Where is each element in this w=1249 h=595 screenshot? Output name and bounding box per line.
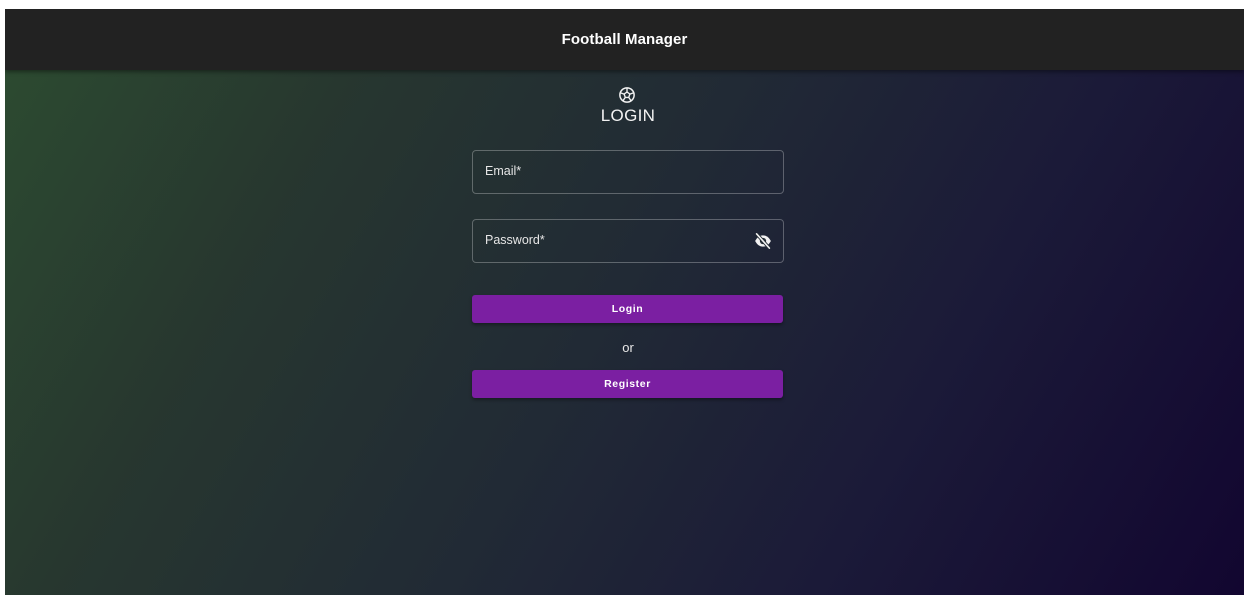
email-field[interactable]: Email* <box>472 150 784 194</box>
password-field[interactable]: Password* <box>472 219 784 263</box>
email-input[interactable] <box>473 151 783 193</box>
eye-off-icon[interactable] <box>753 232 773 250</box>
app-window: Football Manager LOGIN Email* Password* <box>5 9 1244 595</box>
password-input[interactable] <box>473 220 783 262</box>
login-page: LOGIN Email* Password* Login or Register <box>5 70 1244 595</box>
app-bar: Football Manager <box>5 9 1244 70</box>
login-heading: LOGIN <box>600 106 656 125</box>
register-button[interactable]: Register <box>472 370 783 398</box>
login-button[interactable]: Login <box>472 295 783 323</box>
app-title: Football Manager <box>561 31 688 48</box>
football-icon <box>619 87 635 103</box>
or-separator: or <box>622 340 634 355</box>
